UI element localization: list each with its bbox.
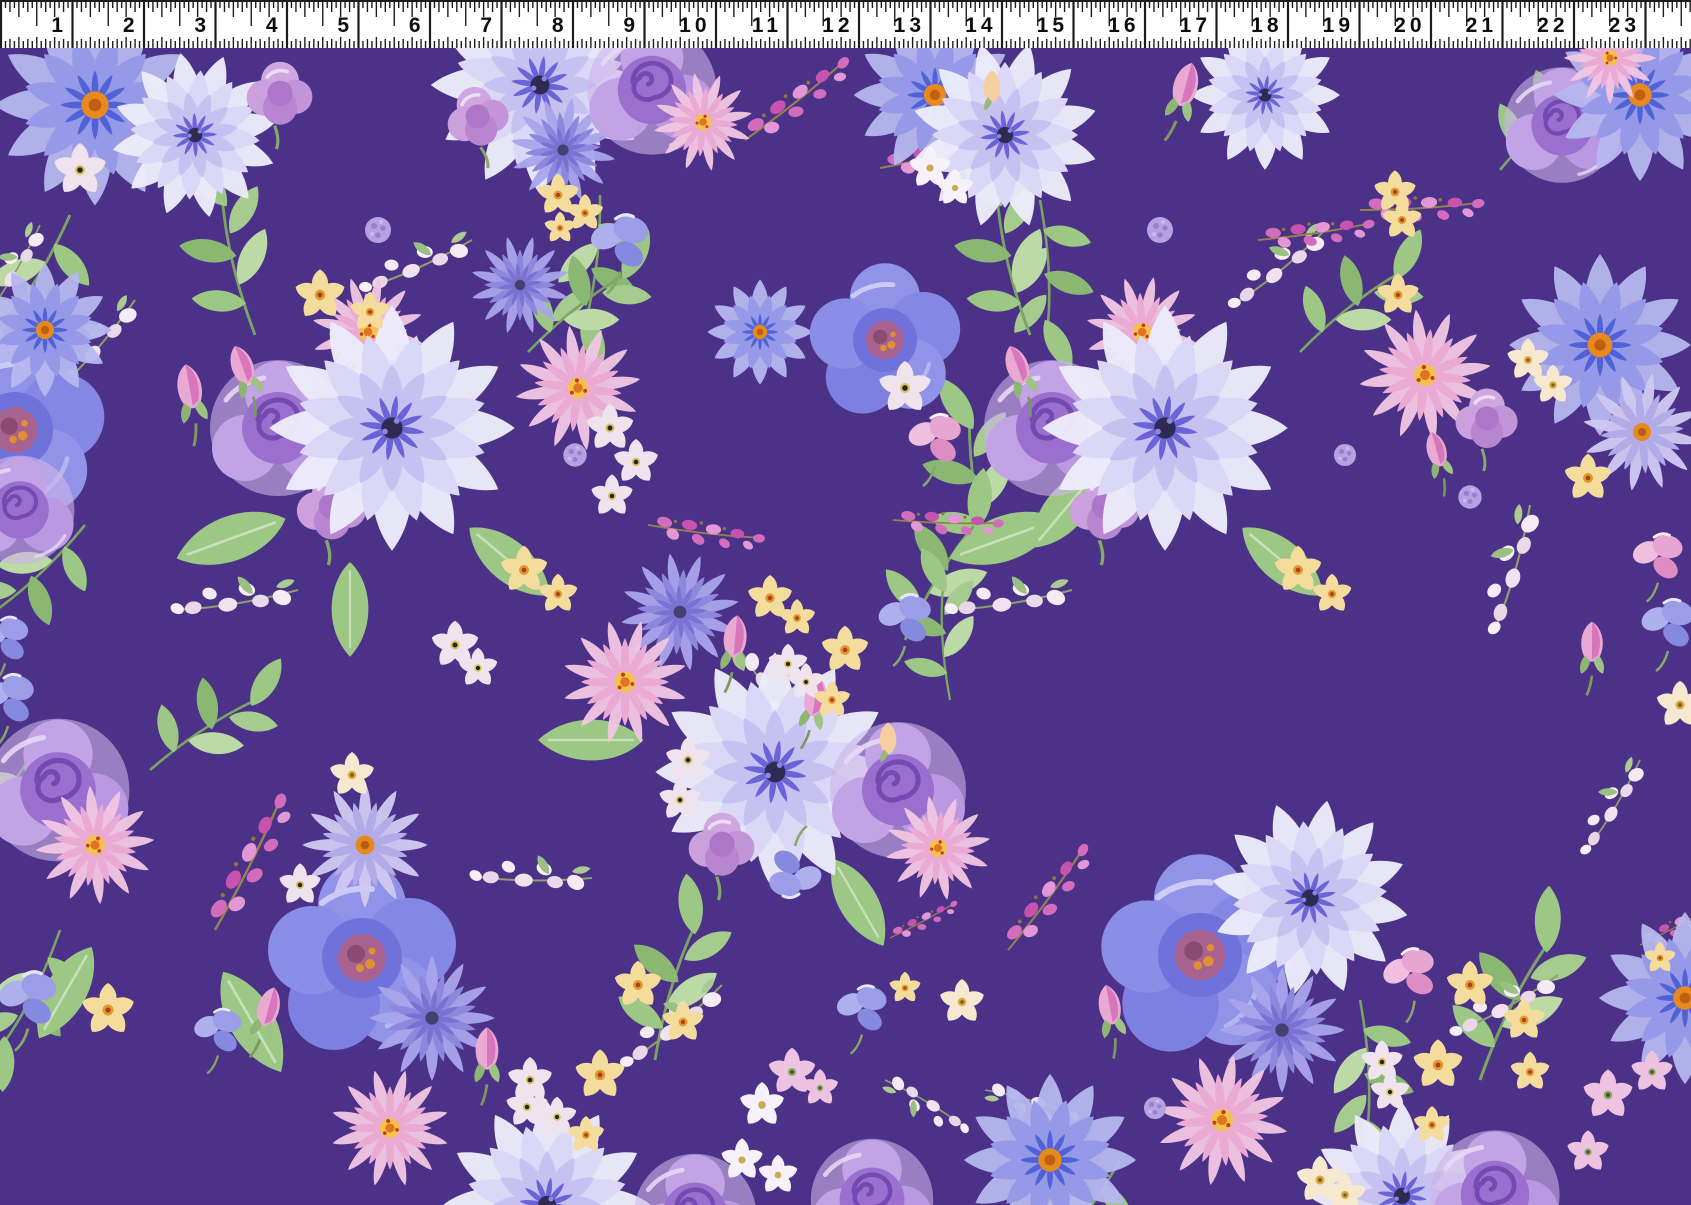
flower-pompom: [1334, 444, 1356, 466]
ruler-number: 3: [194, 14, 210, 37]
ruler: 1234567891011121314151617181920212223: [0, 0, 1691, 48]
ruler-number: 15: [1037, 14, 1068, 37]
floral-pattern: [0, 48, 1691, 1205]
ruler-number: 8: [552, 14, 568, 37]
ruler-number: 2: [123, 14, 139, 37]
ruler-number: 14: [965, 14, 996, 37]
ruler-ticks: 1234567891011121314151617181920212223: [0, 0, 1691, 48]
ruler-number: 21: [1466, 14, 1497, 37]
ruler-number: 12: [822, 14, 853, 37]
ruler-number: 22: [1537, 14, 1568, 37]
ruler-number: 1: [51, 14, 67, 37]
fabric-print: [0, 48, 1691, 1205]
ruler-number: 6: [409, 14, 425, 37]
flower-pompom: [1144, 1097, 1166, 1119]
ruler-number: 16: [1108, 14, 1139, 37]
fabric-swatch-photo: 1234567891011121314151617181920212223: [0, 0, 1691, 1205]
flower-pompom: [1147, 217, 1173, 243]
ruler-number: 20: [1394, 14, 1425, 37]
ruler-number: 23: [1609, 14, 1640, 37]
ruler-number: 7: [480, 14, 496, 37]
ruler-number: 9: [623, 14, 639, 37]
flower-pompom: [365, 217, 391, 243]
ruler-number: 13: [894, 14, 925, 37]
ruler-number: 11: [752, 14, 782, 37]
ruler-number: 10: [679, 14, 710, 37]
ruler-number: 18: [1251, 14, 1282, 37]
ruler-number: 19: [1323, 14, 1354, 37]
flower-pompom: [563, 443, 586, 466]
ruler-number: 17: [1180, 14, 1211, 37]
flower-pompom: [1458, 485, 1481, 508]
ruler-number: 4: [266, 14, 282, 37]
ruler-number: 5: [337, 14, 353, 37]
